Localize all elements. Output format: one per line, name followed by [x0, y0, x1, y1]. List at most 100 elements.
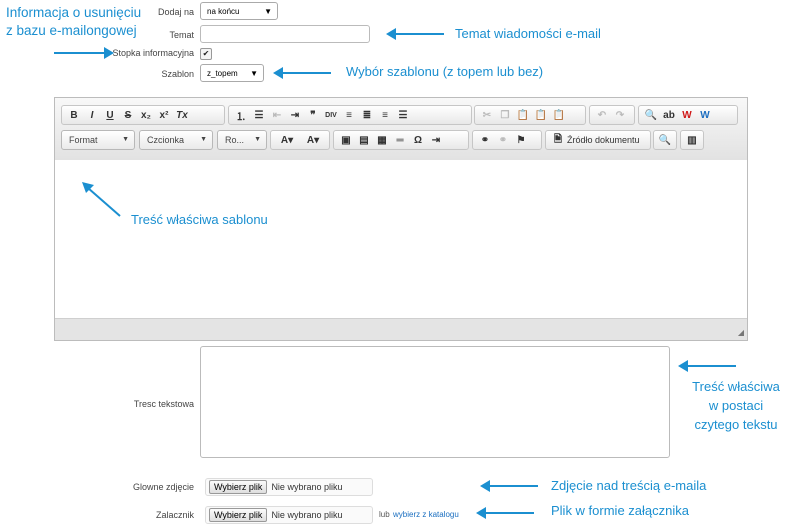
- note-body-content: Treść właściwa sablonu: [131, 212, 268, 227]
- arrow-left-icon: [273, 67, 331, 79]
- maximize-icon[interactable]: ▥: [684, 132, 700, 148]
- note-plain-text: Treść właściwa w postaci czytego tekstu: [692, 379, 780, 432]
- attachment-label: Zalacznik: [155, 510, 194, 520]
- arrow-left-icon: [678, 360, 736, 372]
- footer-checkbox[interactable]: ✔: [200, 48, 212, 60]
- paste-text-icon[interactable]: 📋: [532, 107, 550, 123]
- copy-icon[interactable]: ❐: [496, 107, 514, 123]
- editor-content-area[interactable]: [55, 160, 747, 320]
- source-button[interactable]: Źródło dokumentu: [567, 135, 640, 145]
- size-combo-label: Ro...: [225, 135, 245, 145]
- undo-icon[interactable]: ↶: [593, 107, 611, 123]
- background-color-icon[interactable]: A▾: [300, 132, 326, 148]
- plain-text-textarea[interactable]: [200, 346, 670, 458]
- align-justify-icon[interactable]: ☰: [394, 107, 412, 123]
- word-w-red-icon[interactable]: W: [678, 107, 696, 123]
- choose-file-button[interactable]: Wybierz plik: [209, 480, 268, 494]
- paragraph-group: ⒈ ☰ ⇤ ⇥ ❞ DIV ≡ ≣ ≡ ☰: [228, 105, 472, 125]
- attachment-file-input[interactable]: Wybierz plik Nie wybrano pliku: [205, 506, 373, 524]
- indent-icon[interactable]: ⇥: [286, 107, 304, 123]
- replace-icon[interactable]: ab: [660, 107, 678, 123]
- subject-label: Temat: [169, 30, 194, 40]
- or-label: lub: [379, 510, 390, 519]
- editor-toolbar: B I U S x₂ x² Tx ⒈ ☰ ⇤ ⇥ ❞ DIV ≡ ≣ ≡ ☰ ✂…: [55, 98, 747, 161]
- format-combo-label: Format: [69, 135, 98, 145]
- cut-icon[interactable]: ✂: [478, 107, 496, 123]
- template-label: Szablon: [161, 69, 194, 79]
- find-icon[interactable]: 🔍: [642, 107, 660, 123]
- preview-icon[interactable]: 🔍: [657, 132, 673, 148]
- maximize-group: ▥: [680, 130, 704, 150]
- horizontal-rule-icon[interactable]: ═: [391, 132, 409, 148]
- note-attachment: Plik w formie załącznika: [551, 503, 689, 518]
- document-icon: 🗎: [553, 133, 563, 145]
- add-on-label: Dodaj na: [157, 7, 194, 17]
- word-w-blue-icon[interactable]: W: [696, 107, 714, 123]
- arrow-left-icon: [480, 480, 538, 492]
- note-main-image: Zdjęcie nad treścią e-maila: [551, 478, 707, 493]
- add-on-value: na końcu: [207, 7, 240, 16]
- font-combo[interactable]: Czcionka ▼: [139, 130, 213, 150]
- special-char-icon[interactable]: Ω: [409, 132, 427, 148]
- image-icon[interactable]: ▣: [337, 132, 355, 148]
- no-file-text: Nie wybrano pliku: [271, 510, 343, 520]
- choose-file-button[interactable]: Wybierz plik: [209, 508, 268, 522]
- template-value: z_topem: [207, 69, 238, 78]
- note-subject: Temat wiadomości e-mail: [455, 26, 601, 41]
- div-container-icon[interactable]: DIV: [322, 107, 340, 123]
- insert-group: ▣ ▤ ▦ ═ Ω ⇥: [333, 130, 469, 150]
- template-select[interactable]: z_topem ▼: [200, 64, 264, 82]
- align-center-icon[interactable]: ≣: [358, 107, 376, 123]
- underline-button[interactable]: U: [101, 107, 119, 123]
- chevron-down-icon: ▼: [200, 136, 207, 143]
- paste-word-icon[interactable]: 📋: [550, 107, 568, 123]
- align-left-icon[interactable]: ≡: [340, 107, 358, 123]
- chevron-down-icon: ▼: [122, 136, 129, 143]
- format-combo[interactable]: Format ▼: [61, 130, 135, 150]
- tools-group: 🔍 ab W W: [638, 105, 738, 125]
- note-template-choice: Wybór szablonu (z topem lub bez): [346, 64, 544, 79]
- catalog-link[interactable]: wybierz z katalogu: [393, 510, 459, 519]
- outdent-icon[interactable]: ⇤: [268, 107, 286, 123]
- note-deletion-info: Informacja o usunięciu z bazu e-mailongo…: [6, 5, 142, 38]
- undo-group: ↶ ↷: [589, 105, 635, 125]
- bold-button[interactable]: B: [65, 107, 83, 123]
- no-file-text: Nie wybrano pliku: [271, 482, 343, 492]
- arrow-up-left-icon: [82, 182, 121, 217]
- italic-button[interactable]: I: [83, 107, 101, 123]
- table-icon[interactable]: ▦: [373, 132, 391, 148]
- page-break-icon[interactable]: ⇥: [427, 132, 445, 148]
- chevron-down-icon: ▼: [264, 7, 272, 16]
- plain-text-label: Tresc tekstowa: [133, 399, 194, 409]
- text-color-icon[interactable]: A▾: [274, 132, 300, 148]
- subscript-button[interactable]: x₂: [137, 107, 155, 123]
- paste-icon[interactable]: 📋: [514, 107, 532, 123]
- bulleted-list-icon[interactable]: ☰: [250, 107, 268, 123]
- superscript-button[interactable]: x²: [155, 107, 173, 123]
- unlink-icon[interactable]: ⚭: [494, 132, 512, 148]
- numbered-list-icon[interactable]: ⒈: [232, 107, 250, 123]
- font-combo-label: Czcionka: [147, 135, 185, 145]
- align-right-icon[interactable]: ≡: [376, 107, 394, 123]
- main-image-label: Glowne zdjęcie: [132, 482, 194, 492]
- link-icon[interactable]: ⚭: [476, 132, 494, 148]
- anchor-flag-icon[interactable]: ⚑: [512, 132, 530, 148]
- resize-handle-icon[interactable]: ◢: [738, 328, 744, 337]
- preview-group: 🔍: [653, 130, 677, 150]
- blockquote-icon[interactable]: ❞: [304, 107, 322, 123]
- strike-button[interactable]: S: [119, 107, 137, 123]
- arrow-left-icon: [476, 507, 534, 519]
- main-image-file-input[interactable]: Wybierz plik Nie wybrano pliku: [205, 478, 373, 496]
- remove-format-button[interactable]: Tx: [173, 107, 191, 123]
- redo-icon[interactable]: ↷: [611, 107, 629, 123]
- arrow-left-icon: [386, 28, 444, 40]
- editor-status-bar: ◢: [55, 318, 747, 340]
- subject-input[interactable]: [200, 25, 370, 43]
- add-on-select[interactable]: na końcu ▼: [200, 2, 278, 20]
- chevron-down-icon: ▼: [254, 136, 261, 143]
- source-group: 🗎 Źródło dokumentu: [545, 130, 651, 150]
- chevron-down-icon: ▼: [250, 69, 258, 78]
- flash-icon[interactable]: ▤: [355, 132, 373, 148]
- colors-group: A▾ A▾: [270, 130, 330, 150]
- size-combo[interactable]: Ro... ▼: [217, 130, 267, 150]
